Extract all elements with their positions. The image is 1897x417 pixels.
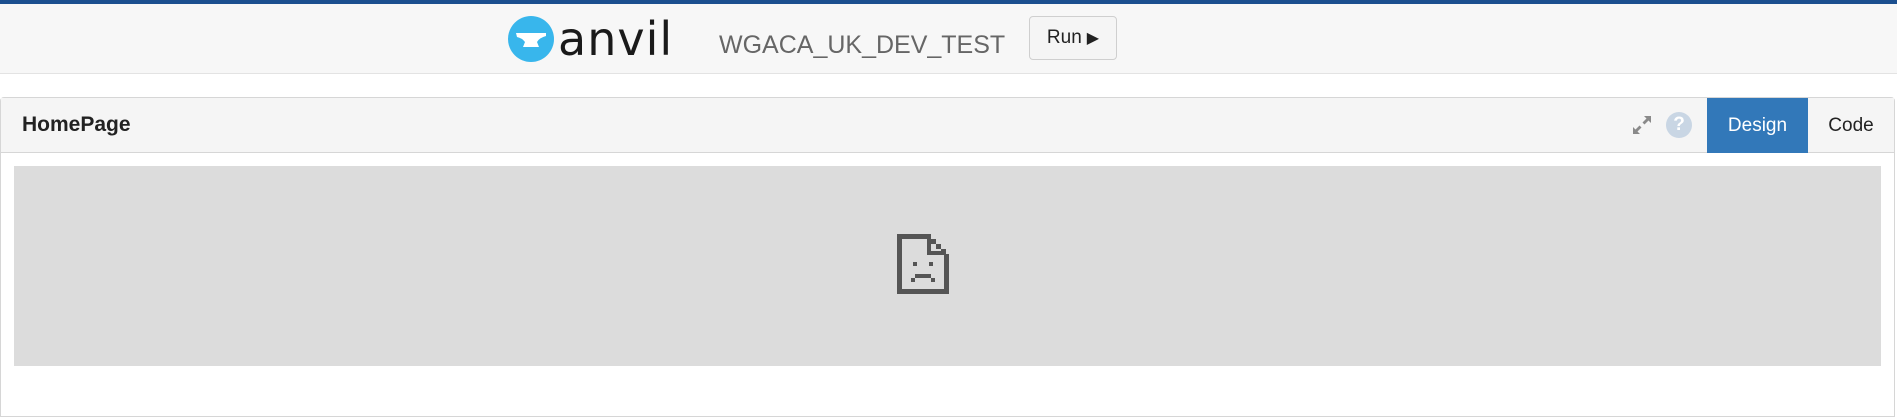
form-title: HomePage (22, 113, 131, 136)
run-button[interactable]: Run ▶ (1029, 16, 1117, 60)
form-editor-panel: HomePage ? Design Code (0, 97, 1895, 417)
run-button-label: Run (1046, 27, 1082, 48)
tab-design[interactable]: Design (1707, 98, 1808, 153)
panel-header: HomePage ? Design Code (1, 98, 1894, 153)
anvil-logo[interactable]: anvil (508, 16, 673, 62)
anvil-logo-icon (508, 16, 554, 62)
broken-document-icon (897, 234, 949, 294)
anvil-logo-text: anvil (558, 12, 674, 66)
tab-code[interactable]: Code (1808, 98, 1894, 153)
design-canvas[interactable] (14, 166, 1881, 366)
play-icon: ▶ (1086, 30, 1100, 47)
help-icon[interactable]: ? (1666, 112, 1692, 138)
top-header: anvil WGACA_UK_DEV_TEST Run ▶ (0, 4, 1897, 74)
expand-icon[interactable] (1631, 114, 1653, 136)
app-name: WGACA_UK_DEV_TEST (719, 31, 1006, 59)
